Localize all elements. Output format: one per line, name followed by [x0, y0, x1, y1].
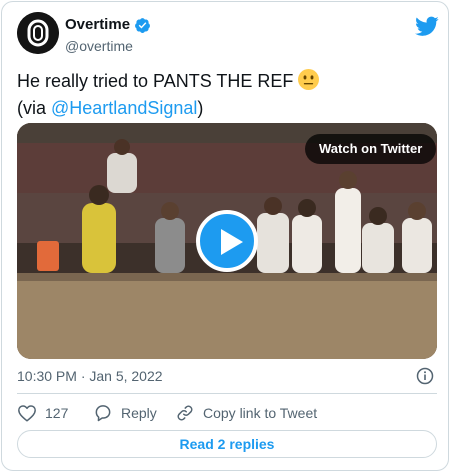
- read-replies-button[interactable]: Read 2 replies: [17, 430, 437, 458]
- tweet-timestamp[interactable]: 10:30 PM · Jan 5, 2022: [17, 366, 163, 386]
- heart-icon: [18, 405, 36, 422]
- tweet-body: He really tried to PANTS THE REF: [17, 71, 294, 91]
- watch-on-twitter-button[interactable]: Watch on Twitter: [305, 134, 437, 164]
- mention-link[interactable]: @HeartlandSignal: [51, 98, 197, 118]
- reply-label: Reply: [121, 405, 157, 421]
- reply-button[interactable]: Reply: [93, 401, 157, 425]
- verified-badge-icon: [134, 17, 151, 34]
- neutral-face-emoji-icon: [298, 69, 320, 96]
- like-count: 127: [45, 405, 69, 421]
- divider: [17, 393, 437, 394]
- link-icon: [177, 405, 193, 421]
- avatar[interactable]: [17, 12, 59, 54]
- via-prefix: (via: [17, 98, 52, 118]
- twitter-bird-icon[interactable]: [415, 16, 439, 41]
- reply-icon: [95, 405, 111, 422]
- author-handle[interactable]: @overtime: [65, 37, 133, 55]
- info-icon[interactable]: [416, 367, 434, 390]
- copy-link-label: Copy link to Tweet: [203, 405, 318, 421]
- overtime-logo-icon: [17, 12, 59, 54]
- author-display-name[interactable]: Overtime: [65, 15, 130, 35]
- tweet-card: Overtime @overtime He really tried to PA…: [1, 1, 449, 471]
- via-suffix: ): [197, 98, 204, 118]
- like-button[interactable]: 127: [17, 401, 68, 425]
- author-name-row[interactable]: Overtime: [65, 15, 151, 35]
- tweet-text: He really tried to PANTS THE REF (via @H…: [17, 69, 437, 120]
- play-icon: [221, 229, 243, 255]
- play-button[interactable]: [196, 210, 258, 272]
- copy-link-button[interactable]: Copy link to Tweet: [175, 401, 317, 425]
- video-thumbnail[interactable]: Watch on Twitter: [17, 123, 437, 359]
